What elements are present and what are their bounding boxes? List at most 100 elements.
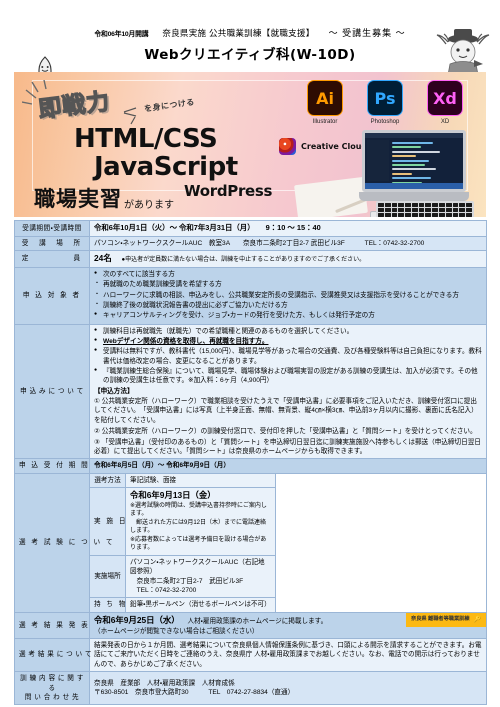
about-cell: 訓練科目は再就職先（就職先）での希望職種と関連のあるものを選択してください。 W…: [88, 323, 488, 460]
list-item: 訓練終了後の就職状況報告書の提出に必ずご協力いただける方: [94, 301, 482, 310]
workplace-training-label: 職場実習: [34, 188, 122, 211]
result-note: 人材・雇用政策課のホームページに掲載します。: [187, 617, 328, 625]
poster-heading-wordpress: WordPress: [184, 182, 273, 200]
apply-period-label: 申 込 受 付 期 間: [14, 458, 90, 474]
page-title: Webクリエイティブ科(W-10D): [144, 47, 356, 63]
result-label: 選 考 結 果 発 表: [14, 611, 90, 640]
creative-cloud-icon: [279, 138, 296, 155]
about-step-1: ① 公共職業安定所（ハローワーク）で職業相談を受けたうえで「受講申込書」に必要事…: [94, 398, 478, 424]
header-top-line: 令和06年10月開講 奈良県実施 公共職業訓練【就職支援】 ～ 受講生募集 ～: [10, 26, 490, 39]
creative-cloud-block: Creative Cloud: [279, 138, 367, 155]
list-item: 『職業訓練生総合保険』について、職場見学、職場体験および職場実習の設定がある訓練…: [94, 367, 482, 386]
about-step-2: ② 公共職業安定所（ハローワーク）の訓練受付窓口で、受付印を押した「受講申込書」…: [94, 428, 477, 436]
target-list: 次のすべてに該当する方 再就職のため職業訓練受講を希望する方 ハローワークに求職…: [94, 270, 482, 321]
result-note-2: （ホームページが閲覧できない場合はご相談ください）: [94, 627, 259, 635]
capacity-label: 定 員: [14, 249, 90, 268]
list-item: 訓練科目は再就職先（就職先）での希望職種と関連のあるものを選択してください。: [94, 327, 482, 336]
table-row-result-about: 選 考 結 果 に つ い て 結果発表の日から１か月間、選考結果について奈良県…: [14, 638, 488, 673]
xd-icon: Xd: [427, 80, 463, 116]
about-method-title: 【申込方法】: [94, 387, 134, 395]
table-row-apply-period: 申 込 受 付 期 間 令和6年8月5日（月）～ 令和6年9月9日（月）: [14, 458, 488, 474]
contact-label: 訓 練 内 容 に 関 す る 問 い 合 わ せ 先: [14, 671, 90, 706]
exam-method-label: 選考方法: [89, 472, 126, 488]
illustrator-icon: Ai: [307, 80, 343, 116]
adobe-xd-item: Xd XD: [422, 80, 468, 125]
exam-date-note-1: ※選考試験の時間は、受講申込書持参時にご案内します。: [130, 502, 267, 518]
exam-bring-value: 鉛筆・黒ボールペン（消せるボールペンは不可）: [125, 597, 276, 613]
list-item: 再就職のため職業訓練受講を希望する方: [94, 280, 482, 289]
capacity-note: ●申込者が定員数に満たない場合は、訓練を中止することがありますのでご了承ください…: [121, 256, 366, 263]
about-list: 訓練科目は再就職先（就職先）での希望職種と関連のあるものを選択してください。 W…: [94, 327, 482, 386]
place-label: 受 講 場 所: [14, 235, 90, 251]
editor-sidebar: [367, 140, 389, 181]
list-item: Webデザイン関係の資格を取得し、再就職を目指す方。: [94, 337, 482, 346]
capacity-cell: 24名 ●申込者が定員数に満たない場合は、訓練を中止することがありますのでご了承…: [88, 249, 488, 268]
adobe-illustrator-item: Ai Illustrator: [302, 80, 348, 125]
laptop-screen: [362, 130, 466, 192]
status-badge: 奈良県 離職者等職業訓練 🔑: [406, 612, 487, 627]
key-icon: 🔑: [473, 616, 482, 623]
table-row-result: 選 考 結 果 発 表 令和6年9月25日（水） 人材・雇用政策課のホームページ…: [14, 611, 488, 640]
exam-place-label: 実施場所: [89, 554, 126, 599]
editor-statusbar: [365, 183, 463, 189]
exam-label: 選 考 試 験 に つ い て: [14, 472, 113, 613]
list-item: キャリアコンサルティングを受け、ジョブ・カードの発行を受けた方、もしくは発行予定…: [94, 311, 482, 320]
laptop-photo: [359, 130, 474, 217]
course-start-label: 令和06年10月開講: [94, 31, 149, 38]
result-about-value: 結果発表の日から１か月間、選考結果について奈良県個人情報保護条例に基づき、口頭に…: [88, 638, 488, 673]
poster-banner: 即戦力 を身につける HTML/CSS JavaScript WordPress…: [14, 72, 486, 217]
contact-line-2: 〒630-8501 奈良市登大路町30 TEL 0742-27-8834（直通）: [94, 689, 295, 697]
badge-text: 奈良県 離職者等職業訓練: [411, 616, 470, 623]
adobe-photoshop-item: Ps Photoshop: [362, 80, 408, 125]
table-row-place: 受 講 場 所 パソコン・ネットワークスクールAUC 教室3A 奈良市二条町2丁…: [14, 235, 488, 251]
recruit-label: ～ 受講生募集 ～: [328, 28, 406, 38]
target-label: 申 込 対 象 者: [14, 266, 90, 325]
list-item: 次のすべてに該当する方: [94, 270, 482, 279]
list-item: ハローワークに求職の相談、申込みをし、公共職業安定所長の受講指示、受講推奨又は支…: [94, 291, 482, 300]
flyer-page: 令和06年10月開講 奈良県実施 公共職業訓練【就職支援】 ～ 受講生募集 ～ …: [0, 0, 500, 707]
exam-date-cell: 令和6年9月13日（金） ※選考試験の時間は、受講申込書持参時にご案内します。 …: [125, 486, 276, 557]
exam-place-value: パソコン・ネットワークスクールAUC（右記地図参照） 奈良市二条町2丁目2-7 …: [125, 554, 276, 599]
apply-period-value: 令和6年8月5日（月）～ 令和6年9月9日（月）: [88, 458, 488, 474]
poster-heading-html-css: HTML/CSS: [74, 124, 218, 154]
table-row-about: 申 込 み に つ い て 訓練科目は再就職先（就職先）での希望職種と関連のある…: [14, 323, 488, 460]
about-label: 申 込 み に つ い て: [14, 323, 90, 460]
poster-footer-block: 職場実習 があります: [34, 183, 174, 213]
poster-heading-javascript: JavaScript: [94, 152, 238, 182]
exam-date-value: 令和6年9月13日（金）: [130, 489, 216, 500]
exam-bring-label: 持 ち 物: [89, 597, 126, 613]
contact-cell: 奈良県 産業部 人材・雇用政策課 人材育成係 〒630-8501 奈良市登大路町…: [88, 671, 488, 706]
access-map: S AUC 1階が駐輪所向のビルです。 武田ビル 関西スーパー 西大寺駅 二条町…: [274, 472, 488, 613]
course-info-table: 受講期間・受講時間 令和6年10月1日（火）～ 令和7年3月31日（月） 9：1…: [14, 220, 488, 706]
period-label: 受講期間・受講時間: [14, 220, 90, 237]
target-list-cell: 次のすべてに該当する方 再就職のため職業訓練受講を希望する方 ハローワークに求職…: [88, 266, 488, 325]
about-step-3: ③ 「受講申込書」（受付印のあるもの）と「質問シート」を申込締切日翌日迄に訓練実…: [94, 438, 481, 455]
table-row-capacity: 定 員 24名 ●申込者が定員数に満たない場合は、訓練を中止することがありますの…: [14, 249, 488, 268]
result-cell: 令和6年9月25日（水） 人材・雇用政策課のホームページに掲載します。 （ホーム…: [88, 611, 488, 640]
exam-date-note-3: ※応募者数によっては選考予備日を設ける場合があります。: [130, 536, 267, 552]
creative-cloud-label: Creative Cloud: [301, 142, 368, 151]
header: 令和06年10月開講 奈良県実施 公共職業訓練【就職支援】 ～ 受講生募集 ～ …: [0, 0, 500, 104]
table-row-period: 受講期間・受講時間 令和6年10月1日（火）～ 令和7年3月31日（月） 9：1…: [14, 220, 488, 237]
exam-date-note-2: 郵送された方には9月12日（木）までに電話連絡します。: [130, 519, 267, 535]
workplace-training-sub: があります: [124, 200, 174, 211]
photoshop-label: Photoshop: [370, 119, 400, 125]
photoshop-icon: Ps: [367, 80, 403, 116]
laptop-keyboard: [376, 201, 474, 217]
xd-label: XD: [440, 119, 450, 125]
result-about-label: 選 考 結 果 に つ い て: [14, 638, 92, 673]
table-row-contact: 訓 練 内 容 に 関 す る 問 い 合 わ せ 先 奈良県 産業部 人材・雇…: [14, 671, 488, 706]
exam-method-value: 筆記試験、面接: [125, 472, 276, 488]
contact-line-1: 奈良県 産業部 人材・雇用政策課 人材育成係: [94, 679, 235, 687]
table-row-exam-method: 選 考 試 験 に つ い て 選考方法 筆記試験、面接 S: [14, 472, 488, 613]
result-value: 令和6年9月25日（水）: [94, 614, 180, 625]
capacity-value: 24名: [94, 252, 112, 263]
place-value: パソコン・ネットワークスクールAUC 教室3A 奈良市二条町2丁目2-7 武田ビ…: [88, 235, 488, 251]
program-label: 奈良県実施 公共職業訓練【就職支援】: [162, 28, 315, 38]
list-item: 受講料は無料ですが、教科書代（15,000円）、職場見学等があった場合の交通費、…: [94, 347, 482, 366]
illustrator-label: Illustrator: [312, 119, 338, 125]
editor-tabbar: [365, 133, 463, 138]
adobe-product-icons: Ai Illustrator Ps Photoshop Xd XD: [302, 80, 468, 125]
table-row-target: 申 込 対 象 者 次のすべてに該当する方 再就職のため職業訓練受講を希望する方…: [14, 266, 488, 325]
laptop-base: [359, 192, 469, 201]
